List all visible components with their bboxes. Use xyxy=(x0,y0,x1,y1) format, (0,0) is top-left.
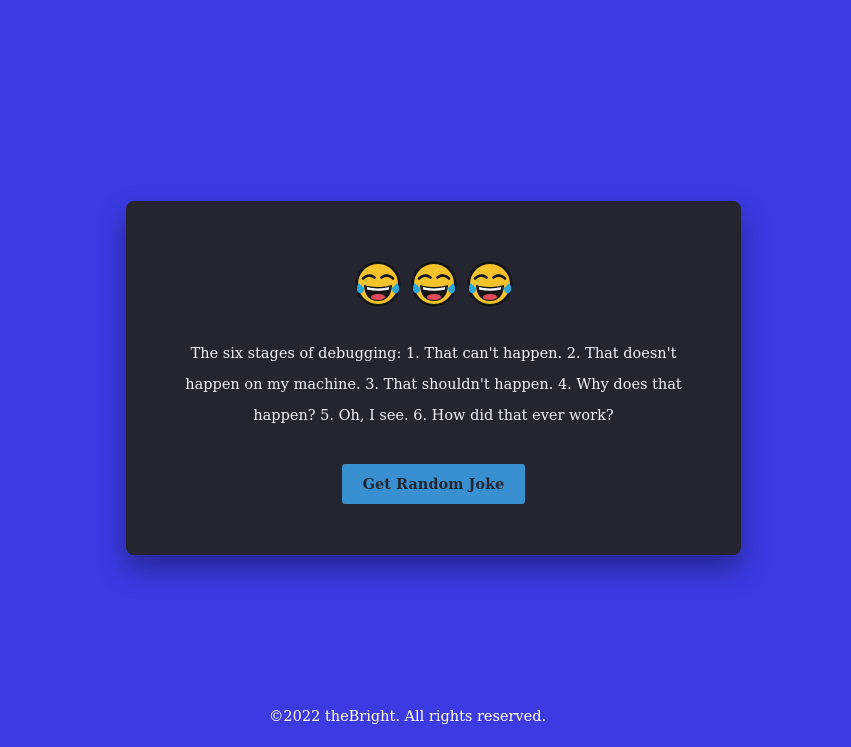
laughing-tears-emoji-icon xyxy=(411,261,456,307)
footer-copyright: ©2022 theBright. All rights reserved. xyxy=(268,709,547,725)
emoji-row xyxy=(126,260,741,308)
laughing-tears-emoji-icon xyxy=(355,261,400,307)
joke-card: The six stages of debugging: 1. That can… xyxy=(126,201,741,555)
get-random-joke-button[interactable]: Get Random Joke xyxy=(342,464,525,504)
joke-text: The six stages of debugging: 1. That can… xyxy=(185,346,682,424)
laughing-tears-emoji-icon xyxy=(467,261,512,307)
